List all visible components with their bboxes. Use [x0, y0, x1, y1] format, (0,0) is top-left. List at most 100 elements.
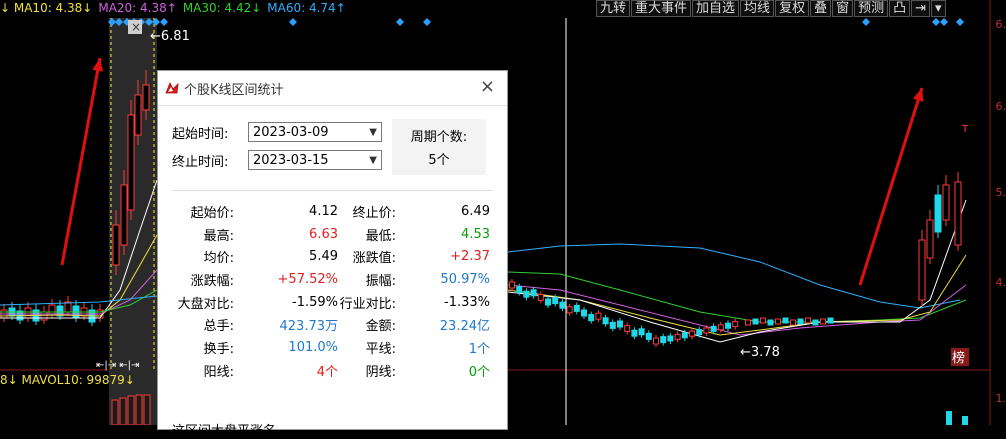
stats-row: 总手:423.73万金额:23.24亿	[168, 313, 498, 336]
candle-body	[639, 329, 644, 335]
candle-body	[25, 308, 31, 318]
stats-row: 起始价:4.12终止价:6.49	[168, 200, 498, 223]
candle-body	[718, 325, 723, 330]
stat-value: -1.33%	[396, 295, 490, 310]
candle-body	[574, 305, 579, 311]
candle-body	[919, 240, 925, 300]
period-count-box: 周期个数: 5个	[392, 119, 486, 175]
toolbar-button-2[interactable]: 加自选	[692, 0, 739, 17]
app-logo-icon	[164, 80, 180, 96]
stat-label: 最高:	[168, 225, 234, 244]
toolbar-button-1[interactable]: 重大事件	[631, 0, 691, 17]
candle-body	[128, 115, 134, 210]
diamond-marker	[932, 18, 940, 26]
candle-body	[761, 318, 766, 323]
right-price-axis: 6.6.5.4.1.	[992, 0, 1006, 425]
stat-label: 换手:	[168, 338, 234, 357]
close-range-x: ×	[131, 20, 141, 34]
candle-body	[632, 330, 637, 336]
toolbar-button-3[interactable]: 均线	[740, 0, 774, 17]
stat-value: 4.12	[234, 204, 338, 219]
diamond-marker	[423, 18, 431, 26]
red-arrow-left-head	[92, 58, 103, 72]
kline-range-stats-dialog: 个股K线区间统计 × 起始时间: 2023-03-09 ▼ 终止时间: 2023…	[157, 70, 508, 430]
candle-body	[524, 291, 529, 297]
red-arrow-left	[62, 58, 100, 265]
candle-body	[753, 319, 758, 324]
dialog-title-bar: 个股K线区间统计 ×	[158, 71, 507, 106]
stat-value: 4个	[234, 361, 338, 380]
stat-value: +57.52%	[234, 272, 338, 287]
stat-label: 阴线:	[338, 361, 396, 380]
stat-label: 平线:	[338, 338, 396, 357]
candle-body	[821, 319, 826, 324]
chevron-down-icon: ▼	[369, 155, 377, 166]
candle-body	[768, 320, 773, 325]
toolbar-button-0[interactable]: 九转	[596, 0, 630, 17]
candle-body	[618, 321, 623, 327]
stat-value: 1个	[396, 338, 490, 357]
candle-body	[596, 313, 601, 319]
candle-body	[828, 318, 833, 323]
period-count-value: 5个	[392, 149, 486, 168]
volume-bar	[128, 396, 134, 425]
candle-body	[646, 333, 651, 339]
toolbar-button-9[interactable]: ⇥	[911, 0, 930, 17]
ma60-line-right	[508, 244, 960, 308]
end-time-label: 终止时间:	[172, 151, 248, 170]
candle-body	[682, 333, 687, 338]
range-handles: ⇤|⇥ ⇤|⇥	[96, 360, 139, 371]
candle-body	[589, 315, 594, 321]
stat-value: +2.37	[396, 249, 490, 264]
volume-bar	[112, 400, 118, 425]
chevron-down-icon: ▼	[369, 127, 377, 138]
stat-label: 振幅:	[338, 270, 396, 289]
stat-label: 行业对比:	[338, 293, 396, 312]
toolbar-button-7[interactable]: 预测	[854, 0, 888, 17]
close-icon[interactable]: ×	[480, 78, 495, 96]
candle-body	[135, 95, 141, 135]
diamond-marker	[940, 18, 948, 26]
toolbar-button-5[interactable]: 叠	[810, 0, 831, 17]
volume-bar	[962, 416, 968, 425]
candle-body	[791, 320, 796, 325]
toolbar-button-6[interactable]: 窗	[832, 0, 853, 17]
candle-body	[41, 312, 47, 320]
stat-value: -1.59%	[234, 295, 338, 310]
stat-value: 101.0%	[234, 340, 338, 355]
volume-bar	[136, 395, 142, 425]
stats-row: 换手:101.0%平线:1个	[168, 336, 498, 359]
candle-body	[560, 302, 565, 308]
ma-value-3: MA60: 4.74↑	[267, 1, 345, 15]
axis-tick-2: 5.	[996, 186, 1006, 199]
dialog-title: 个股K线区间统计	[184, 79, 284, 98]
volume-bar	[120, 398, 126, 425]
stat-value: 50.97%	[396, 272, 490, 287]
axis-tick-1: 6.	[996, 100, 1006, 113]
toolbar-button-8[interactable]: 凸	[889, 0, 910, 17]
end-time-value: 2023-03-15	[253, 153, 329, 168]
ma-indicator-bar: ↓ MA10: 4.38↓MA20: 4.38↑MA30: 4.42↓MA60:…	[0, 0, 352, 16]
candle-body	[538, 294, 543, 300]
ma-value-0: ↓ MA10: 4.38↓	[0, 1, 92, 15]
bang-badge: 榜	[952, 350, 965, 366]
period-count-label: 周期个数:	[392, 126, 486, 145]
toolbar-button-10[interactable]: ▾	[931, 0, 946, 17]
axis-tick-0: 6.	[996, 18, 1006, 31]
candle-body	[733, 322, 738, 327]
start-time-select[interactable]: 2023-03-09 ▼	[248, 122, 382, 142]
candle-body	[625, 326, 630, 332]
stat-value: 23.24亿	[396, 315, 490, 334]
candle-body	[927, 220, 933, 258]
ma-value-1: MA20: 4.38↑	[98, 1, 176, 15]
stat-label: 总手:	[168, 315, 234, 334]
stat-label: 起始价:	[168, 202, 234, 221]
chart-toolbar: 九转重大事件加自选均线复权叠窗预测凸⇥▾	[596, 0, 947, 17]
toolbar-button-4[interactable]: 复权	[775, 0, 809, 17]
candle-body	[704, 328, 709, 333]
stats-row: 均价:5.49涨跌值:+2.37	[168, 245, 498, 268]
stat-label: 金额:	[338, 315, 396, 334]
candle-body	[531, 290, 536, 296]
candle-body	[553, 298, 558, 304]
end-time-select[interactable]: 2023-03-15 ▼	[248, 150, 382, 170]
